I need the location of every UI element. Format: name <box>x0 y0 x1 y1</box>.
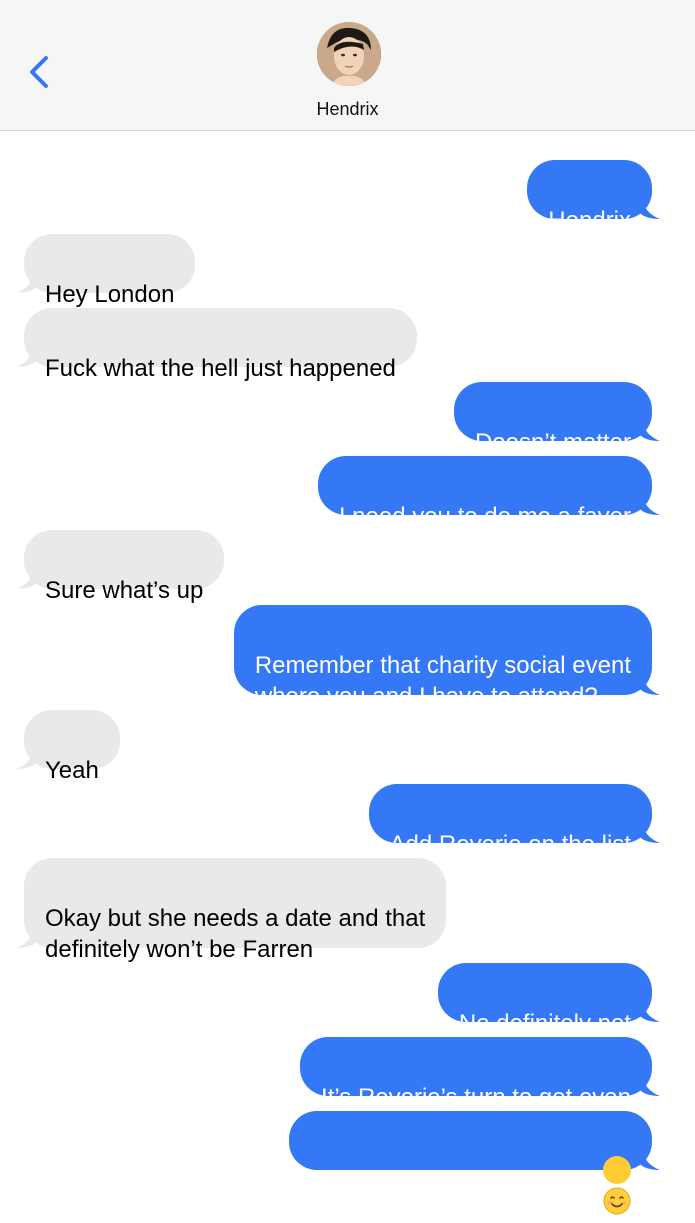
bubble-tail <box>638 1000 660 1022</box>
bubble-tail <box>16 747 38 769</box>
bubble-tail <box>16 271 38 293</box>
message-text: Add Reverie on the list <box>389 831 631 858</box>
bubble-tail <box>638 1148 660 1170</box>
smiling-face-emoji <box>603 1156 631 1215</box>
bubble-tail <box>638 1074 660 1096</box>
message-text: Sure what’s up <box>45 577 204 604</box>
message-bubble-outgoing[interactable]: Add Reverie on the list <box>368 784 660 858</box>
message-text: And I know just who to call <box>310 1190 593 1217</box>
bubble-tail <box>638 197 660 219</box>
bubble-tail <box>16 567 38 589</box>
bubble-tail <box>16 345 38 367</box>
bubble-tail <box>638 419 660 441</box>
bubble-tail <box>638 673 660 695</box>
message-bubble-incoming[interactable]: Fuck what the hell just happened <box>16 308 417 382</box>
bubble-tail <box>638 821 660 843</box>
message-text: Hendrix <box>548 207 631 234</box>
back-button[interactable] <box>22 52 58 92</box>
message-text: It’s Reverie’s turn to get even <box>321 1084 631 1111</box>
chevron-left-icon <box>30 56 48 88</box>
message-bubble-incoming[interactable]: Hey London <box>16 234 196 308</box>
message-text: I need you to do me a favor <box>338 503 631 530</box>
bubble-tail <box>638 493 660 515</box>
message-bubble-outgoing[interactable]: Doesn’t matter <box>453 382 660 456</box>
message-bubble-outgoing[interactable]: Hendrix <box>527 160 660 234</box>
message-text: Doesn’t matter <box>474 429 631 456</box>
message-bubble-outgoing[interactable]: And I know just who to call <box>289 1111 660 1217</box>
message-text: No definitely not <box>458 1010 631 1037</box>
message-thread: Hendrix Hey London Fuck what the hell ju… <box>0 130 695 1217</box>
bubble-tail <box>16 926 38 948</box>
message-text: Yeah <box>45 757 99 784</box>
avatar[interactable] <box>317 22 381 86</box>
message-text: Remember that charity social event where… <box>254 652 631 710</box>
message-bubble-outgoing[interactable]: It’s Reverie’s turn to get even <box>300 1037 660 1111</box>
message-bubble-incoming[interactable]: Sure what’s up <box>16 530 225 604</box>
message-text: Fuck what the hell just happened <box>45 355 396 382</box>
message-bubble-outgoing[interactable]: Remember that charity social event where… <box>233 605 660 710</box>
message-bubble-incoming[interactable]: Okay but she needs a date and that defin… <box>16 858 447 963</box>
conversation-header: Hendrix <box>0 0 695 131</box>
message-text: Okay but she needs a date and that defin… <box>45 905 426 963</box>
message-bubble-incoming[interactable]: Yeah <box>16 710 120 784</box>
message-bubble-outgoing[interactable]: I need you to do me a favor <box>317 456 660 530</box>
contact-name[interactable]: Hendrix <box>0 99 695 120</box>
message-bubble-outgoing[interactable]: No definitely not <box>437 963 660 1037</box>
message-text: Hey London <box>45 281 175 308</box>
